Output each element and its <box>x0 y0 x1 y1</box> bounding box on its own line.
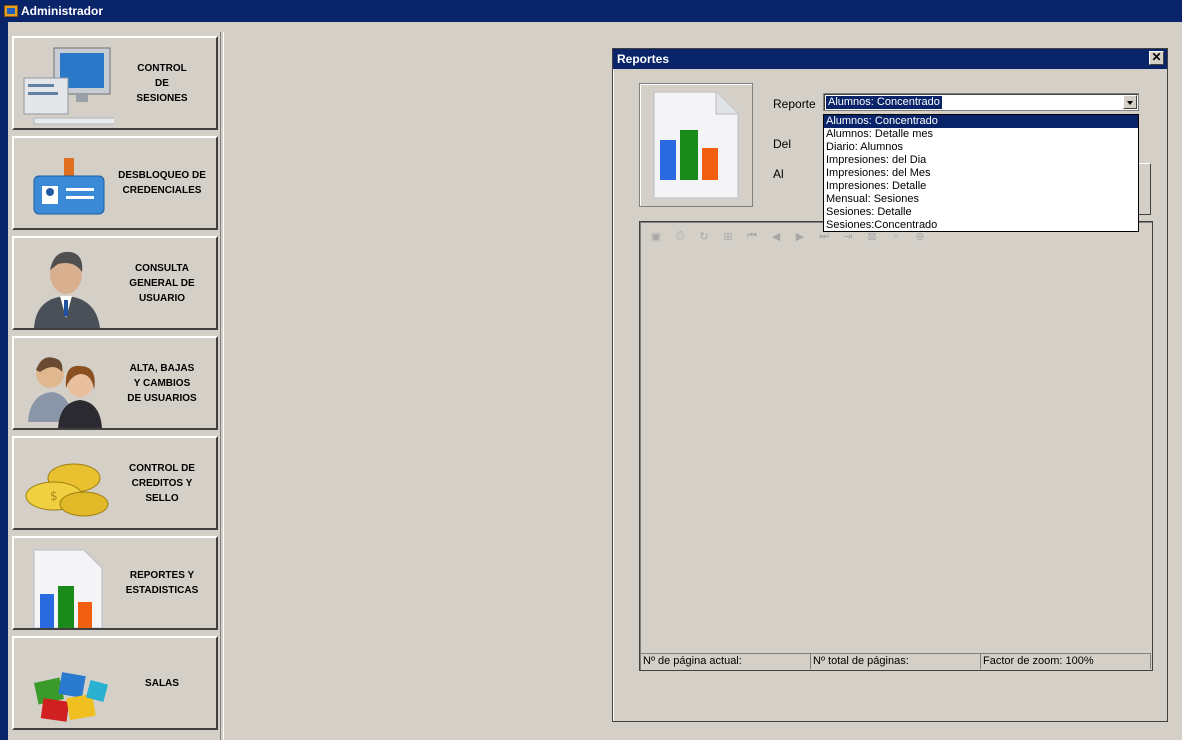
app-title: Administrador <box>21 4 104 18</box>
dropdown-option[interactable]: Diario: Alumnos <box>824 141 1138 154</box>
left-border <box>0 22 8 740</box>
users-icon <box>14 338 114 428</box>
first-page-icon[interactable]: ⏮ <box>745 230 759 243</box>
close-button[interactable]: ✕ <box>1149 51 1164 65</box>
dropdown-option[interactable]: Sesiones: Detalle <box>824 206 1138 219</box>
reporte-select[interactable]: Alumnos: Concentrado <box>823 93 1139 111</box>
dropdown-option[interactable]: Alumnos: Detalle mes <box>824 128 1138 141</box>
computer-icon <box>14 38 119 128</box>
report-image <box>639 83 753 207</box>
sidebar-item-label: SALAS <box>145 677 179 689</box>
user-icon <box>14 238 114 328</box>
export-icon[interactable]: ▣ <box>649 230 663 243</box>
dropdown-option[interactable]: Impresiones: del Dia <box>824 154 1138 167</box>
sidebar-item-alta-bajas[interactable]: ALTA, BAJAS Y CAMBIOS DE USUARIOS <box>12 336 218 430</box>
dialog-title: Reportes <box>617 52 670 66</box>
sidebar-item-label: REPORTES Y ESTADISTICAS <box>125 570 199 596</box>
dropdown-option[interactable]: Mensual: Sesiones <box>824 193 1138 206</box>
next-page-icon[interactable]: ▶ <box>793 230 807 243</box>
prev-page-icon[interactable]: ◀ <box>769 230 783 243</box>
dropdown-option[interactable]: Impresiones: Detalle <box>824 180 1138 193</box>
zoom-status: Factor de zoom: 100% <box>981 653 1151 669</box>
dialog-titlebar: Reportes ✕ <box>613 49 1167 69</box>
reporte-select-value: Alumnos: Concentrado <box>825 95 943 110</box>
id-badge-icon <box>14 138 114 228</box>
sidebar-item-reportes[interactable]: REPORTES Y ESTADISTICAS <box>12 536 218 630</box>
reportes-dialog: Reportes ✕ Reporte Del Al Alumnos: Conce… <box>612 48 1168 722</box>
current-page-status: Nº de página actual: <box>641 653 811 669</box>
bar-chart-report-icon <box>14 538 114 629</box>
puzzle-icon <box>14 638 114 728</box>
viewer-statusbar: Nº de página actual: Nº total de páginas… <box>641 653 1151 669</box>
refresh-icon[interactable]: ↻ <box>697 230 711 243</box>
sidebar-item-salas[interactable]: SALAS <box>12 636 218 730</box>
del-label: Del <box>773 137 792 151</box>
app-icon <box>4 5 18 17</box>
sidebar-item-label: DESBLOQUEO DE CREDENCIALES <box>118 170 206 196</box>
reporte-label: Reporte <box>773 97 816 111</box>
dropdown-option[interactable]: Sesiones:Concentrado <box>824 219 1138 232</box>
sidebar-item-control-creditos[interactable]: $ CONTROL DE CREDITOS Y SELLO <box>12 436 218 530</box>
sidebar-item-label: CONTROL DE SESIONES <box>136 62 188 104</box>
sidebar: CONTROL DE SESIONES DESBLOQUEO DE CREDEN… <box>8 32 220 740</box>
dropdown-option[interactable]: Alumnos: Concentrado <box>824 115 1138 128</box>
sidebar-item-label: CONTROL DE CREDITOS Y SELLO <box>129 462 195 504</box>
coins-icon: $ <box>14 438 114 528</box>
bar-chart-report-icon <box>653 91 739 199</box>
group-tree-icon[interactable]: ⊞ <box>721 230 735 243</box>
al-label: Al <box>773 167 784 181</box>
dropdown-option[interactable]: Impresiones: del Mes <box>824 167 1138 180</box>
reporte-dropdown-list: Alumnos: Concentrado Alumnos: Detalle me… <box>823 114 1139 232</box>
sidebar-item-desbloqueo-credenciales[interactable]: DESBLOQUEO DE CREDENCIALES <box>12 136 218 230</box>
sidebar-item-label: ALTA, BAJAS Y CAMBIOS DE USUARIOS <box>127 362 197 404</box>
report-viewer: ▣ ⎙ ↻ ⊞ ⏮ ◀ ▶ ⏭ ⇥ ⊠ ⌕ ⊕ Nº de página act… <box>639 221 1153 671</box>
chevron-down-icon[interactable] <box>1123 95 1137 109</box>
total-pages-status: Nº total de páginas: <box>811 653 981 669</box>
sidebar-item-consulta-usuario[interactable]: CONSULTA GENERAL DE USUARIO <box>12 236 218 330</box>
sidebar-item-control-sesiones[interactable]: CONTROL DE SESIONES <box>12 36 218 130</box>
svg-text:$: $ <box>50 489 58 503</box>
app-titlebar: Administrador <box>0 0 1182 22</box>
print-icon[interactable]: ⎙ <box>673 230 687 243</box>
sidebar-item-label: CONSULTA GENERAL DE USUARIO <box>129 262 195 304</box>
